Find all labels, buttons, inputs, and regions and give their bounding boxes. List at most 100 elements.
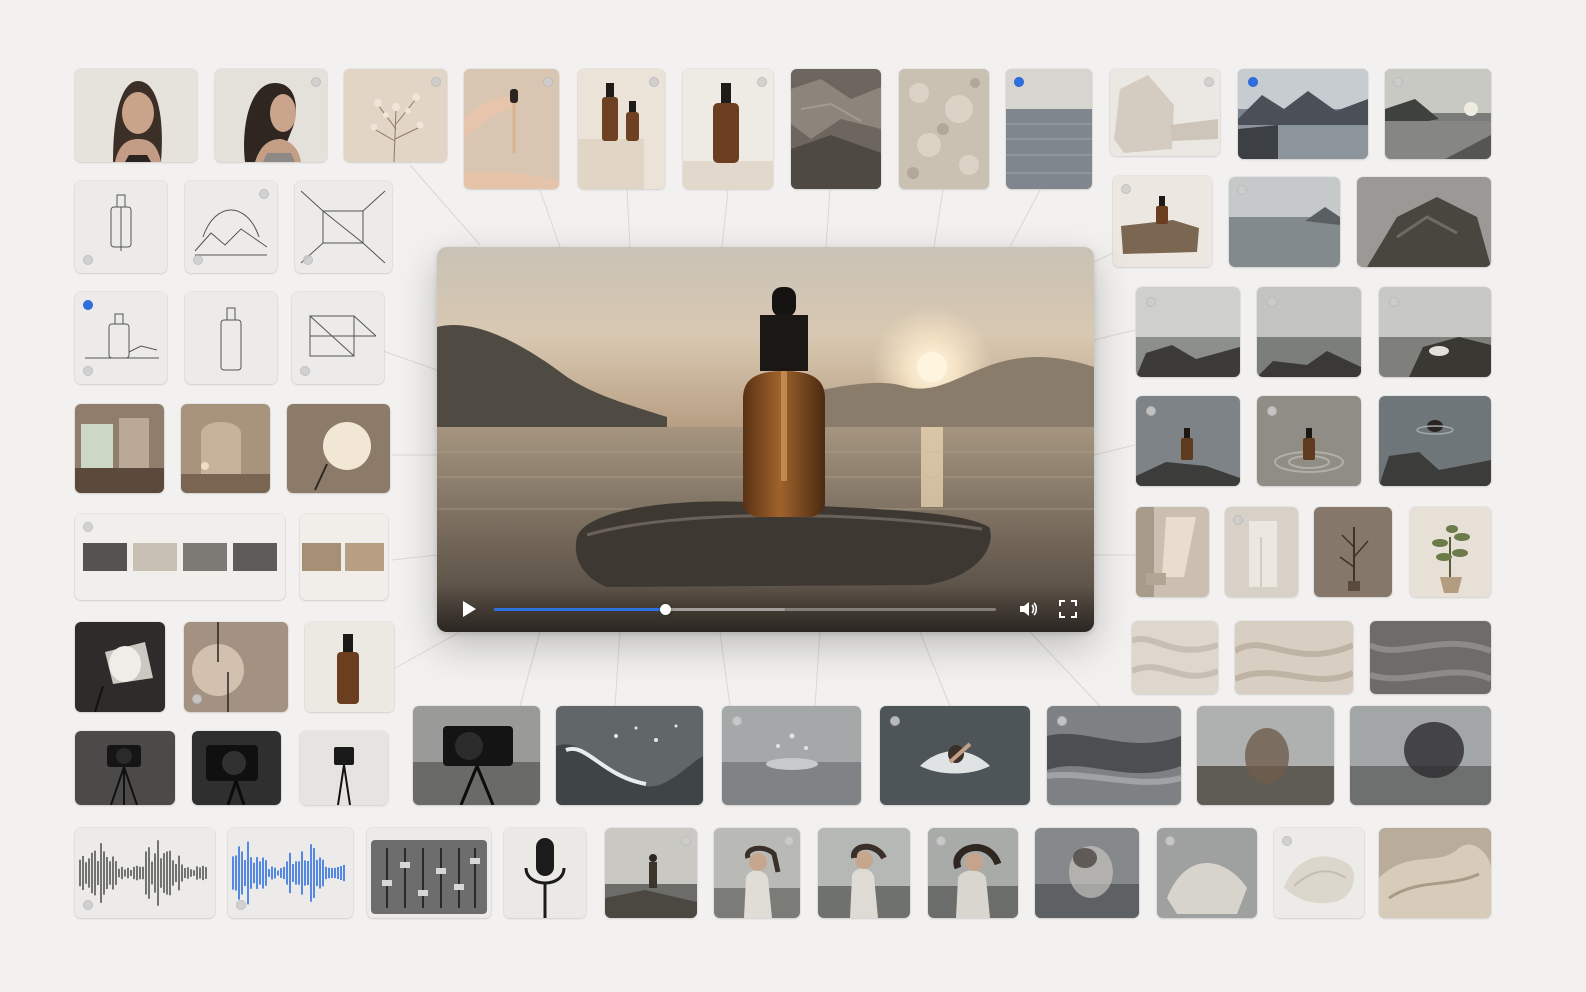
- tile-select-dot[interactable]: [681, 836, 691, 846]
- tile-fabric-texture-dark[interactable]: [1370, 621, 1491, 694]
- tile-sea-rocks-grey[interactable]: [1229, 177, 1340, 267]
- tile-select-dot[interactable]: [303, 255, 313, 265]
- tile-bottle-on-stone[interactable]: [1113, 176, 1212, 267]
- tile-woman-windblown-2[interactable]: [818, 828, 910, 918]
- tile-rocky-cliff[interactable]: [1357, 177, 1491, 267]
- tile-color-palette[interactable]: [75, 514, 285, 600]
- tile-select-dot[interactable]: [1389, 297, 1399, 307]
- tile-select-dot[interactable]: [1204, 77, 1214, 87]
- tile-motion-blur-woman[interactable]: [1035, 828, 1139, 918]
- tile-water-droplet-splash[interactable]: [722, 706, 861, 805]
- tile-woman-rocks-shore[interactable]: [605, 828, 697, 918]
- tile-interior-doorway[interactable]: [1225, 507, 1298, 597]
- tile-portrait-woman-profile[interactable]: [215, 69, 327, 162]
- tile-select-dot[interactable]: [1057, 716, 1067, 726]
- tile-audio-mixer[interactable]: [367, 828, 491, 918]
- tile-camera-on-tripod-field[interactable]: [413, 706, 540, 805]
- tile-interior-plant-dark[interactable]: [1314, 507, 1392, 597]
- tile-select-dot[interactable]: [192, 694, 202, 704]
- tile-sketch-dropper-bottle[interactable]: [75, 181, 167, 273]
- tile-dropper-hand[interactable]: [464, 69, 559, 189]
- tile-white-rock[interactable]: [1110, 69, 1220, 156]
- tile-select-dot[interactable]: [431, 77, 441, 87]
- tile-select-dot[interactable]: [83, 366, 93, 376]
- tile-interior-light-shaft[interactable]: [1136, 507, 1209, 597]
- tile-portrait-woman-front[interactable]: [75, 69, 197, 162]
- tile-woman-windblown-1[interactable]: [714, 828, 800, 918]
- tile-microphone[interactable]: [504, 828, 586, 918]
- tile-bottle-in-water-1[interactable]: [1136, 396, 1240, 486]
- tile-sketch-dropper-bottle-small[interactable]: [75, 292, 167, 384]
- tile-water-splash-wave[interactable]: [556, 706, 703, 805]
- tile-motion-blur-runner[interactable]: [1350, 706, 1491, 805]
- tile-bottle-on-block[interactable]: [683, 69, 773, 189]
- tile-draped-linen[interactable]: [1379, 828, 1491, 918]
- tile-audio-waveform-blue[interactable]: [228, 828, 353, 918]
- tile-select-dot-selected[interactable]: [1248, 77, 1258, 87]
- tile-select-dot[interactable]: [259, 189, 269, 199]
- tile-select-dot[interactable]: [784, 836, 794, 846]
- tile-flowing-cloth[interactable]: [1274, 828, 1364, 918]
- tile-motion-blur-fabric[interactable]: [1157, 828, 1257, 918]
- tile-select-dot[interactable]: [83, 255, 93, 265]
- tile-select-dot-selected[interactable]: [83, 300, 93, 310]
- tile-bottles-on-plinth[interactable]: [578, 69, 665, 189]
- tile-stone-texture-light[interactable]: [899, 69, 989, 189]
- tile-rocks-shore-3[interactable]: [1379, 287, 1491, 377]
- tile-studio-light[interactable]: [75, 622, 165, 712]
- video-player[interactable]: [437, 247, 1094, 632]
- tile-camera-tripod[interactable]: [75, 731, 175, 805]
- tile-select-dot[interactable]: [732, 716, 742, 726]
- tile-swimmer-splash[interactable]: [880, 706, 1030, 805]
- tile-select-dot[interactable]: [543, 77, 553, 87]
- tile-sketch-landscape[interactable]: [185, 181, 277, 273]
- tile-select-dot[interactable]: [193, 255, 203, 265]
- tile-color-palette-secondary[interactable]: [300, 514, 388, 600]
- tile-select-dot-selected[interactable]: [1014, 77, 1024, 87]
- tile-bottle-in-water-2[interactable]: [1257, 396, 1361, 486]
- tile-select-dot[interactable]: [936, 836, 946, 846]
- tile-interior-potted-plant[interactable]: [1410, 507, 1491, 597]
- tile-wall-lamp[interactable]: [184, 622, 288, 712]
- tile-select-dot[interactable]: [1267, 297, 1277, 307]
- tile-rock-texture-dark[interactable]: [791, 69, 881, 189]
- tile-rocks-shore-1[interactable]: [1136, 287, 1240, 377]
- volume-button[interactable]: [1017, 598, 1039, 620]
- tile-select-dot[interactable]: [1282, 836, 1292, 846]
- tile-motion-blur-water[interactable]: [1047, 706, 1181, 805]
- tile-dried-flowers[interactable]: [344, 69, 447, 162]
- tile-select-dot[interactable]: [83, 900, 93, 910]
- tile-select-dot[interactable]: [1146, 297, 1156, 307]
- tile-select-dot[interactable]: [1267, 406, 1277, 416]
- tile-woman-windblown-3[interactable]: [928, 828, 1018, 918]
- tile-select-dot[interactable]: [757, 77, 767, 87]
- tile-select-dot[interactable]: [1165, 836, 1175, 846]
- tile-coast-sunset[interactable]: [1385, 69, 1491, 159]
- play-button[interactable]: [457, 598, 479, 620]
- tile-select-dot[interactable]: [236, 900, 246, 910]
- tile-select-dot[interactable]: [300, 366, 310, 376]
- tile-select-dot[interactable]: [1233, 515, 1243, 525]
- tile-select-dot[interactable]: [890, 716, 900, 726]
- tile-interior-window-room[interactable]: [75, 404, 164, 493]
- tile-select-dot[interactable]: [1237, 185, 1247, 195]
- seek-handle[interactable]: [659, 604, 671, 615]
- tile-sketch-perspective-room[interactable]: [295, 181, 392, 273]
- fullscreen-button[interactable]: [1057, 598, 1079, 620]
- tile-audio-waveform-gray[interactable]: [75, 828, 215, 918]
- tile-lamp-glow[interactable]: [287, 404, 390, 493]
- tile-select-dot[interactable]: [311, 77, 321, 87]
- tile-select-dot[interactable]: [83, 522, 93, 532]
- tile-fabric-texture-linen[interactable]: [1235, 621, 1353, 694]
- tile-fabric-texture-white[interactable]: [1132, 621, 1218, 694]
- tile-sketch-perspective-box[interactable]: [292, 292, 384, 384]
- tile-camera-gimbal[interactable]: [300, 731, 388, 805]
- tile-select-dot[interactable]: [1393, 77, 1403, 87]
- tile-calm-sea-horizon[interactable]: [1006, 69, 1092, 189]
- seek-bar[interactable]: [494, 604, 996, 615]
- tile-motion-blur-cyclist[interactable]: [1197, 706, 1334, 805]
- tile-camera-closeup[interactable]: [192, 731, 281, 805]
- tile-select-dot[interactable]: [1121, 184, 1131, 194]
- tile-swimmer-rocks[interactable]: [1379, 396, 1491, 486]
- tile-mountain-lake[interactable]: [1238, 69, 1368, 159]
